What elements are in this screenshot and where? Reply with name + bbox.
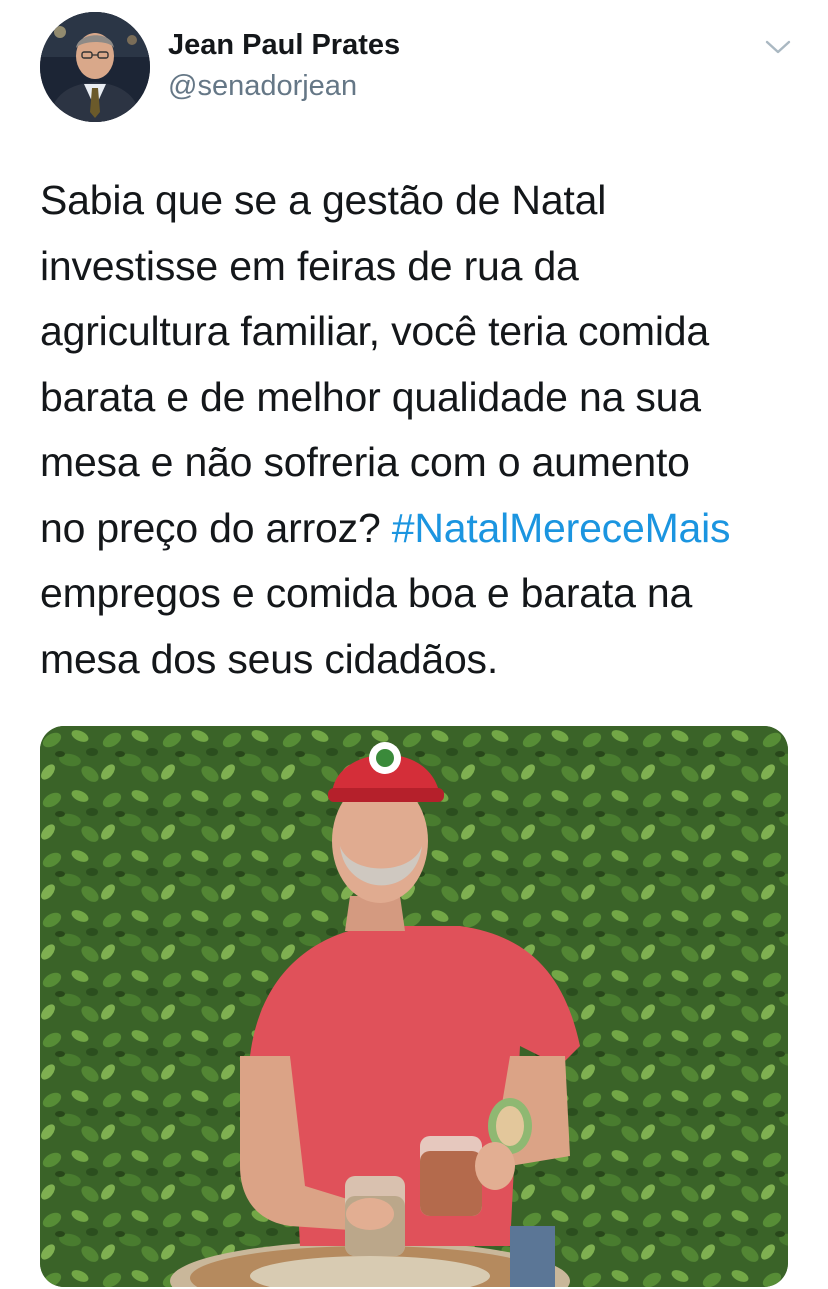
- tweet-text-line: barata e de melhor qualidade na sua: [40, 373, 701, 420]
- tweet-text-line: Sabia que se a gestão de Natal: [40, 177, 607, 223]
- tweet-text-line: investisse em feiras de rua da: [40, 242, 579, 289]
- author-handle[interactable]: @senadorjean: [168, 70, 357, 103]
- tweet-text-line: agricultura familiar, você teria comida: [40, 308, 709, 354]
- author-name[interactable]: Jean Paul Prates: [168, 29, 400, 62]
- tweet-text-line: no preço do arroz? #NatalMereceMais: [40, 504, 731, 551]
- hashtag-link[interactable]: #NatalMereceMais: [392, 505, 731, 551]
- tweet: Jean Paul Prates @senadorjean Sabia que …: [0, 0, 828, 1289]
- tweet-photo[interactable]: [40, 726, 788, 1287]
- tweet-text-line: empregos e comida boa e barata na: [40, 570, 693, 616]
- tweet-text-line: mesa e não sofreria com o aumento: [40, 439, 690, 485]
- avatar[interactable]: [40, 12, 150, 122]
- tweet-text-line: mesa dos seus cidadãos.: [40, 635, 499, 682]
- tweet-text: Sabia que se a gestão de Natal investiss…: [40, 168, 800, 692]
- chevron-down-icon[interactable]: [763, 32, 793, 62]
